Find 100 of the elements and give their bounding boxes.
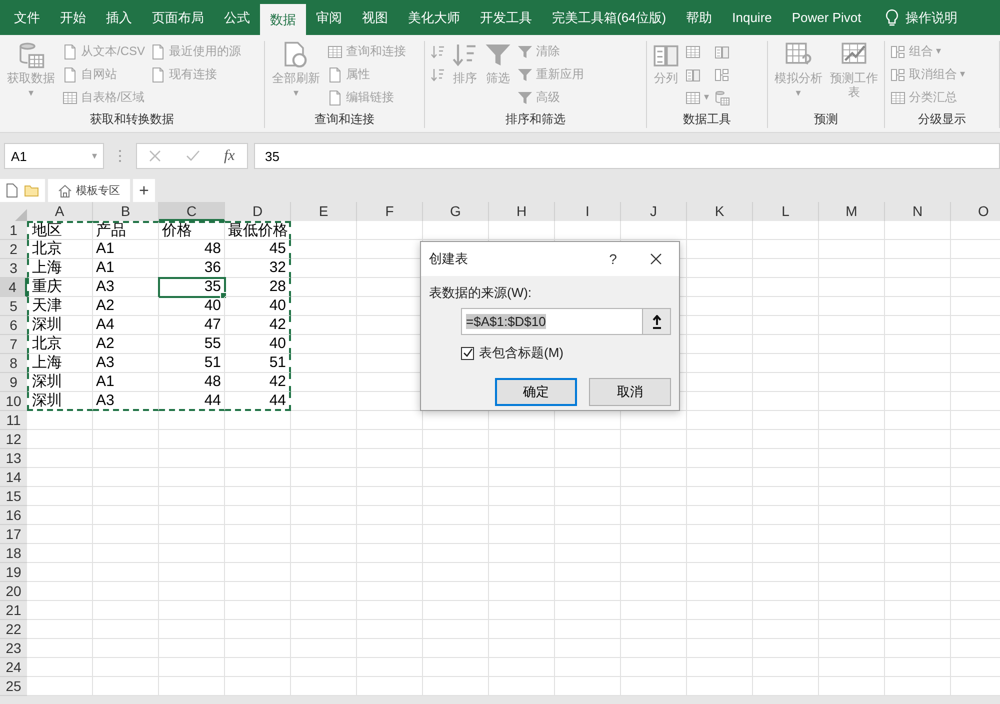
table-cell[interactable] [885, 430, 951, 449]
table-cell[interactable] [291, 544, 357, 563]
table-cell[interactable] [225, 563, 291, 582]
table-cell[interactable] [291, 297, 357, 316]
table-cell[interactable] [819, 658, 885, 677]
table-cell[interactable] [27, 506, 93, 525]
table-cell[interactable] [753, 221, 819, 240]
table-cell[interactable]: 44 [225, 392, 291, 411]
table-cell[interactable] [225, 544, 291, 563]
table-cell[interactable] [357, 411, 423, 430]
table-cell[interactable] [27, 601, 93, 620]
table-cell[interactable]: A3 [93, 278, 159, 297]
table-cell[interactable] [489, 430, 555, 449]
table-cell[interactable]: 35 [159, 278, 225, 297]
table-cell[interactable] [423, 487, 489, 506]
template-tab[interactable]: 模板专区 [48, 179, 130, 202]
table-cell[interactable] [291, 601, 357, 620]
row-header[interactable]: 13 [0, 449, 27, 468]
table-cell[interactable] [753, 411, 819, 430]
table-cell[interactable] [159, 506, 225, 525]
table-cell[interactable] [753, 677, 819, 696]
table-cell[interactable] [621, 601, 687, 620]
table-cell[interactable] [621, 544, 687, 563]
table-cell[interactable] [159, 658, 225, 677]
table-cell[interactable] [819, 639, 885, 658]
table-cell[interactable] [819, 259, 885, 278]
table-cell[interactable] [687, 487, 753, 506]
menu-tab[interactable]: 文件 [4, 0, 50, 35]
table-cell[interactable] [291, 259, 357, 278]
column-header[interactable]: N [885, 202, 951, 221]
row-header[interactable]: 14 [0, 468, 27, 487]
table-cell[interactable] [753, 582, 819, 601]
table-cell[interactable] [489, 544, 555, 563]
table-cell[interactable] [885, 259, 951, 278]
table-cell[interactable] [555, 506, 621, 525]
row-header[interactable]: 21 [0, 601, 27, 620]
table-cell[interactable] [819, 525, 885, 544]
table-cell[interactable] [225, 658, 291, 677]
column-header[interactable]: M [819, 202, 885, 221]
table-cell[interactable] [753, 639, 819, 658]
row-header[interactable]: 22 [0, 620, 27, 639]
table-cell[interactable] [27, 639, 93, 658]
table-cell[interactable] [489, 582, 555, 601]
table-cell[interactable] [753, 430, 819, 449]
table-cell[interactable] [489, 525, 555, 544]
table-cell[interactable] [159, 582, 225, 601]
table-cell[interactable] [687, 563, 753, 582]
table-cell[interactable] [291, 449, 357, 468]
table-cell[interactable] [753, 525, 819, 544]
table-cell[interactable] [687, 316, 753, 335]
menu-tab[interactable]: 完美工具箱(64位版) [542, 0, 676, 35]
table-cell[interactable] [885, 658, 951, 677]
table-cell[interactable] [291, 506, 357, 525]
table-cell[interactable]: 48 [159, 373, 225, 392]
table-cell[interactable] [885, 221, 951, 240]
table-cell[interactable] [555, 221, 621, 240]
table-cell[interactable] [819, 354, 885, 373]
tell-me-field[interactable]: 操作说明 [905, 8, 958, 26]
table-cell[interactable] [819, 563, 885, 582]
table-cell[interactable]: A3 [93, 392, 159, 411]
table-cell[interactable] [93, 487, 159, 506]
table-cell[interactable] [753, 297, 819, 316]
column-header[interactable]: E [291, 202, 357, 221]
table-cell[interactable] [291, 487, 357, 506]
table-cell[interactable]: 天津 [27, 297, 93, 316]
table-cell[interactable] [291, 240, 357, 259]
table-cell[interactable] [687, 582, 753, 601]
table-cell[interactable] [753, 316, 819, 335]
table-cell[interactable] [93, 430, 159, 449]
table-cell[interactable] [423, 677, 489, 696]
table-cell[interactable] [753, 506, 819, 525]
table-cell[interactable] [753, 487, 819, 506]
table-cell[interactable] [621, 525, 687, 544]
table-cell[interactable] [885, 563, 951, 582]
source-field[interactable]: =$A$1:$D$10 [461, 308, 671, 335]
table-cell[interactable] [93, 582, 159, 601]
table-cell[interactable] [423, 658, 489, 677]
table-cell[interactable] [423, 525, 489, 544]
table-cell[interactable] [885, 582, 951, 601]
table-cell[interactable] [621, 506, 687, 525]
table-cell[interactable] [357, 639, 423, 658]
table-cell[interactable] [885, 525, 951, 544]
table-cell[interactable] [621, 639, 687, 658]
table-cell[interactable] [885, 639, 951, 658]
row-header[interactable]: 23 [0, 639, 27, 658]
table-cell[interactable] [489, 677, 555, 696]
column-header[interactable]: O [951, 202, 1000, 221]
table-cell[interactable]: 40 [159, 297, 225, 316]
table-cell[interactable] [687, 259, 753, 278]
table-cell[interactable] [885, 677, 951, 696]
table-cell[interactable] [357, 544, 423, 563]
table-cell[interactable]: 36 [159, 259, 225, 278]
table-cell[interactable] [819, 240, 885, 259]
table-cell[interactable]: A1 [93, 373, 159, 392]
table-cell[interactable] [423, 639, 489, 658]
menu-tab[interactable]: 插入 [96, 0, 142, 35]
table-cell[interactable] [291, 468, 357, 487]
menu-tab[interactable]: 页面布局 [142, 0, 214, 35]
table-cell[interactable] [687, 240, 753, 259]
table-cell[interactable] [357, 221, 423, 240]
